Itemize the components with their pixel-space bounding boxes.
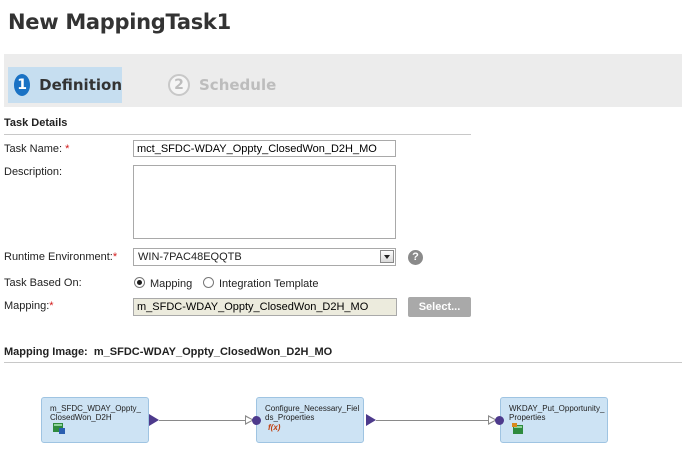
wizard-steps-bar: 1 Definition 2 Schedule: [4, 54, 682, 107]
connector-line: [159, 420, 245, 421]
required-marker: *: [65, 143, 70, 155]
output-port[interactable]: [149, 414, 159, 426]
description-label: Description:: [4, 166, 63, 178]
mapping-radio-label[interactable]: Mapping: [150, 278, 192, 290]
mapping-label: Mapping:*: [4, 300, 54, 312]
integration-template-radio-label[interactable]: Integration Template: [219, 278, 318, 290]
mapping-node-target[interactable]: WKDAY_Put_Opportunity_Properties: [500, 397, 608, 443]
section-divider: [4, 362, 682, 363]
mapping-node-source[interactable]: m_SFDC_WDAY_Oppty_ClosedWon_D2H: [41, 397, 149, 443]
mapping-node-expression[interactable]: Configure_Necessary_Fields_Properties f(…: [256, 397, 364, 443]
output-port[interactable]: [366, 414, 376, 426]
description-textarea[interactable]: [133, 165, 396, 239]
step-number-badge: 2: [168, 74, 190, 96]
input-port[interactable]: [252, 416, 261, 425]
expression-icon: f(x): [268, 423, 281, 432]
task-name-input[interactable]: [133, 140, 396, 157]
task-name-label: Task Name: *: [4, 143, 70, 155]
runtime-environment-label: Runtime Environment:*: [4, 251, 118, 263]
step-label: Schedule: [199, 76, 277, 94]
question-icon[interactable]: ?: [408, 250, 423, 265]
select-mapping-button[interactable]: Select...: [408, 297, 471, 317]
task-based-on-label: Task Based On:: [4, 277, 82, 289]
node-label: WKDAY_Put_Opportunity_Properties: [509, 404, 605, 422]
chevron-down-icon[interactable]: [380, 250, 394, 263]
target-table-icon: [512, 423, 523, 434]
mapping-image-name: m_SFDC-WDAY_Oppty_ClosedWon_D2H_MO: [93, 346, 333, 358]
task-details-heading: Task Details: [4, 117, 68, 129]
required-marker: *: [49, 300, 54, 312]
mapping-radio[interactable]: [134, 277, 145, 288]
step-number-badge: 1: [14, 74, 31, 96]
node-label: m_SFDC_WDAY_Oppty_ClosedWon_D2H: [50, 404, 141, 422]
section-divider: [4, 134, 471, 135]
runtime-environment-select[interactable]: WIN-7PAC48EQQTB: [133, 248, 396, 266]
page-title: New MappingTask1: [8, 10, 231, 34]
wizard-step-definition[interactable]: 1 Definition: [8, 67, 122, 103]
required-marker: *: [112, 251, 118, 263]
step-label: Definition: [39, 76, 122, 94]
integration-template-radio[interactable]: [203, 277, 214, 288]
mapping-image-heading: Mapping Image: m_SFDC-WDAY_Oppty_ClosedW…: [4, 346, 333, 358]
runtime-environment-value: WIN-7PAC48EQQTB: [138, 251, 242, 263]
node-label: Configure_Necessary_Fields_Properties: [265, 404, 360, 422]
source-table-icon: [53, 423, 65, 434]
wizard-step-schedule[interactable]: 2 Schedule: [162, 67, 276, 103]
mapping-readonly-field: [133, 298, 397, 316]
input-port[interactable]: [495, 416, 504, 425]
connector-line: [376, 420, 488, 421]
